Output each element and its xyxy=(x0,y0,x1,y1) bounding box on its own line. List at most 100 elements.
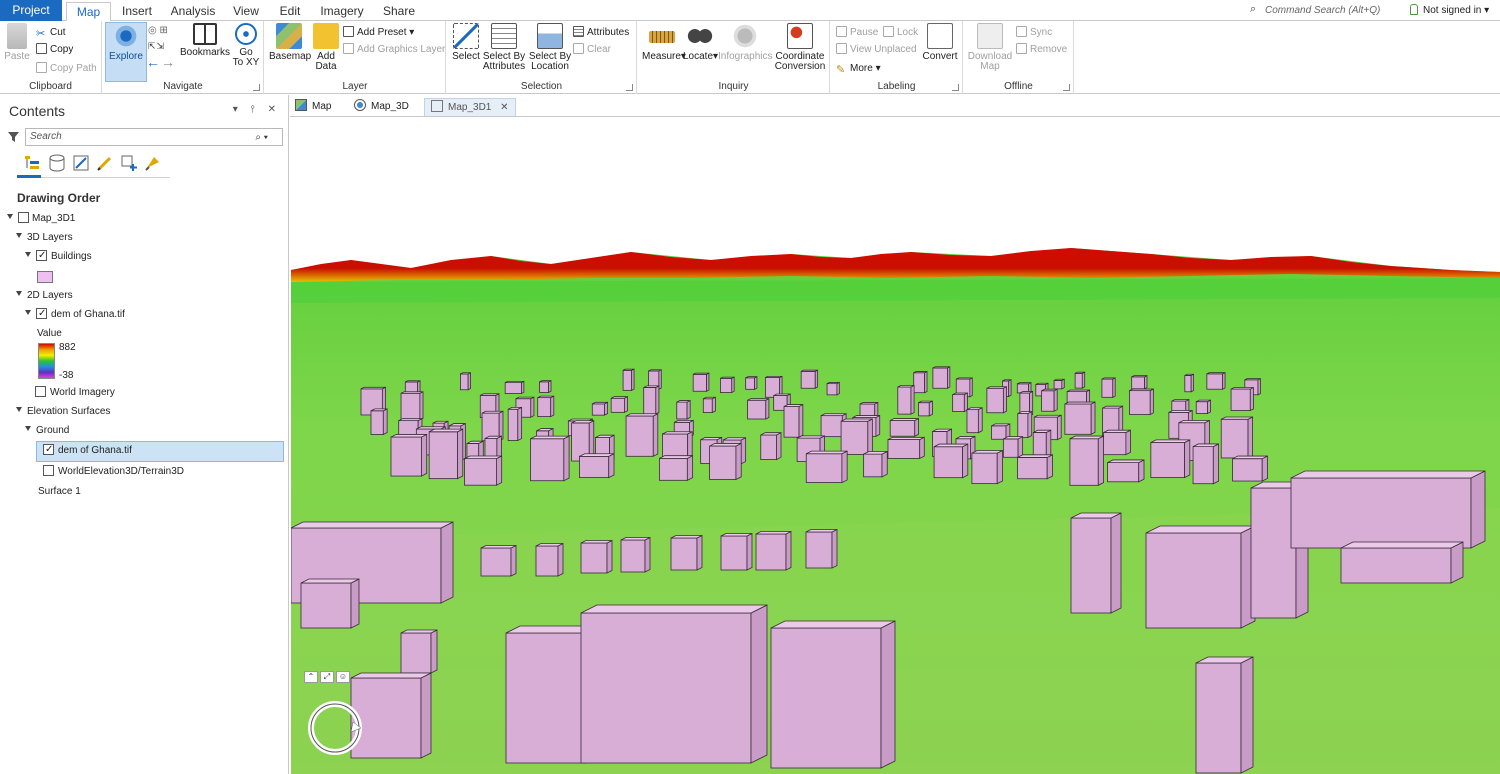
close-tab-icon[interactable]: ✕ xyxy=(500,102,508,113)
tree-map[interactable]: Map_3D1 xyxy=(7,211,75,227)
filter-icon[interactable] xyxy=(8,132,19,142)
expand-icon[interactable] xyxy=(16,407,22,412)
go-to-xy-button[interactable]: Go To XY xyxy=(231,23,261,68)
sign-in-status[interactable]: Not signed in ▾ xyxy=(1423,3,1489,18)
tree-3d-layers[interactable]: 3D Layers xyxy=(16,230,73,246)
building-block xyxy=(625,413,659,457)
add-preset-label: Add Preset xyxy=(357,27,407,38)
world-elevation-checkbox[interactable] xyxy=(43,465,54,476)
selection-launcher[interactable] xyxy=(626,84,633,91)
expand-icon[interactable] xyxy=(25,252,31,257)
fixed-zoom-icon[interactable]: ⇱⇲ xyxy=(148,41,165,52)
select-by-attributes-button[interactable]: Select By Attributes xyxy=(482,23,526,72)
sync-button[interactable]: Sync xyxy=(1016,25,1052,40)
tree-world-elevation[interactable]: WorldElevation3D/Terrain3D xyxy=(43,464,184,480)
expand-icon[interactable] xyxy=(16,233,22,238)
ground-dem-checkbox[interactable] xyxy=(43,442,54,458)
tab-view[interactable]: View xyxy=(225,2,267,21)
layers-3d-label: 3D Layers xyxy=(27,232,73,243)
copy-path-button[interactable]: Copy Path xyxy=(36,61,97,76)
full-extent-icon[interactable]: ⤢ xyxy=(320,671,334,683)
forward-arrow-icon[interactable]: → xyxy=(161,54,175,70)
tree-dem-layer[interactable]: dem of Ghana.tif xyxy=(25,306,125,323)
building-block xyxy=(745,375,758,390)
measure-button[interactable]: Measure▾ xyxy=(642,23,686,62)
editing-view-icon[interactable] xyxy=(96,154,114,172)
tree-buildings[interactable]: Buildings xyxy=(25,248,92,265)
buildings-checkbox[interactable] xyxy=(36,248,47,264)
paste-button[interactable]: Paste xyxy=(4,23,30,62)
convert-button[interactable]: Convert xyxy=(921,23,959,62)
tab-map[interactable]: Map xyxy=(66,2,111,22)
command-search-input[interactable]: Command Search (Alt+Q) xyxy=(1265,3,1380,18)
dem-checkbox[interactable] xyxy=(36,306,47,322)
building-block xyxy=(620,536,651,573)
basemap-button[interactable]: Basemap xyxy=(269,23,311,62)
tab-analysis[interactable]: Analysis xyxy=(163,2,223,21)
expand-icon[interactable] xyxy=(25,310,31,315)
navigate-launcher[interactable] xyxy=(253,84,260,91)
remove-button[interactable]: Remove xyxy=(1016,42,1067,57)
layers-2d-label: 2D Layers xyxy=(27,290,73,301)
map-tab-map[interactable]: Map xyxy=(295,98,331,116)
select-button[interactable]: Select xyxy=(451,23,481,62)
offline-launcher[interactable] xyxy=(1063,84,1070,91)
building-block xyxy=(1220,416,1253,459)
expand-icon[interactable] xyxy=(16,291,22,296)
copy-path-icon xyxy=(36,62,47,73)
selection-view-icon[interactable] xyxy=(72,154,90,172)
full-extent-icon[interactable]: ◎ ⊞ xyxy=(148,25,168,36)
buildings-symbol-swatch[interactable] xyxy=(37,271,53,283)
map-tab-map3d1[interactable]: Map_3D1 ✕ xyxy=(424,98,516,116)
chevron-up-icon[interactable]: ⌃ xyxy=(304,671,318,683)
view-unplaced-button[interactable]: View Unplaced xyxy=(836,42,917,57)
tab-share[interactable]: Share xyxy=(373,2,425,21)
add-preset-button[interactable]: Add Preset ▾ xyxy=(343,25,414,40)
tree-world-imagery[interactable]: World Imagery xyxy=(35,385,115,401)
clear-selection-button[interactable]: Clear xyxy=(573,42,611,57)
tree-2d-layers[interactable]: 2D Layers xyxy=(16,288,73,304)
building-block xyxy=(1290,470,1486,549)
world-imagery-checkbox[interactable] xyxy=(35,386,46,397)
tree-surface1[interactable]: Surface 1 xyxy=(38,484,81,500)
expand-icon[interactable] xyxy=(25,426,31,431)
pane-controls[interactable]: ▾ ⫯ ✕ xyxy=(233,104,281,115)
more-labeling-button[interactable]: ✎ More ▾ xyxy=(836,61,881,76)
lock-labels-button[interactable]: Lock xyxy=(883,25,918,40)
download-map-button[interactable]: Download Map xyxy=(966,23,1014,72)
scene-view[interactable] xyxy=(291,118,1500,774)
cut-button[interactable]: ✂ Cut xyxy=(36,25,66,40)
drawing-order-icon[interactable] xyxy=(24,154,42,172)
attributes-button[interactable]: Attributes xyxy=(573,25,629,40)
labeling-launcher[interactable] xyxy=(952,84,959,91)
locate-button[interactable]: Locate▾ xyxy=(683,23,718,62)
tab-edit[interactable]: Edit xyxy=(269,2,311,21)
map-tab-map3d[interactable]: Map_3D xyxy=(354,98,409,116)
infographics-button[interactable]: Infographics xyxy=(718,23,772,62)
add-graphics-layer-button[interactable]: Add Graphics Layer xyxy=(343,42,445,57)
pause-labels-button[interactable]: Pause xyxy=(836,25,878,40)
tree-ground-dem[interactable]: dem of Ghana.tif xyxy=(43,442,132,459)
select-by-location-button[interactable]: Select By Location xyxy=(528,23,572,72)
expand-icon[interactable] xyxy=(7,214,13,219)
data-source-icon[interactable] xyxy=(48,154,66,172)
copy-button[interactable]: Copy xyxy=(36,42,73,57)
tab-insert[interactable]: Insert xyxy=(113,2,161,21)
convert-label: Convert xyxy=(922,51,958,62)
tree-ground[interactable]: Ground xyxy=(25,423,69,439)
contents-search-input[interactable]: Search ⌕ ▾ xyxy=(25,128,283,146)
bookmarks-label: Bookmarks xyxy=(179,47,230,58)
bookmarks-button[interactable]: Bookmarks xyxy=(179,23,231,58)
add-data-button[interactable]: Add Data xyxy=(311,23,341,72)
coordinate-conversion-button[interactable]: Coordinate Conversion xyxy=(773,23,827,72)
attribute-table-icon xyxy=(491,23,517,49)
person-icon[interactable]: ☺ xyxy=(336,671,350,683)
tab-imagery[interactable]: Imagery xyxy=(313,2,371,21)
labeling-view-icon[interactable] xyxy=(144,154,162,172)
back-arrow-icon[interactable]: ← xyxy=(146,54,160,70)
tab-project[interactable]: Project xyxy=(0,0,62,21)
selection-title: Selection xyxy=(520,81,563,92)
tree-elevation-surfaces[interactable]: Elevation Surfaces xyxy=(16,404,110,420)
snapping-view-icon[interactable] xyxy=(120,154,138,172)
explore-button[interactable]: Explore xyxy=(107,23,145,62)
